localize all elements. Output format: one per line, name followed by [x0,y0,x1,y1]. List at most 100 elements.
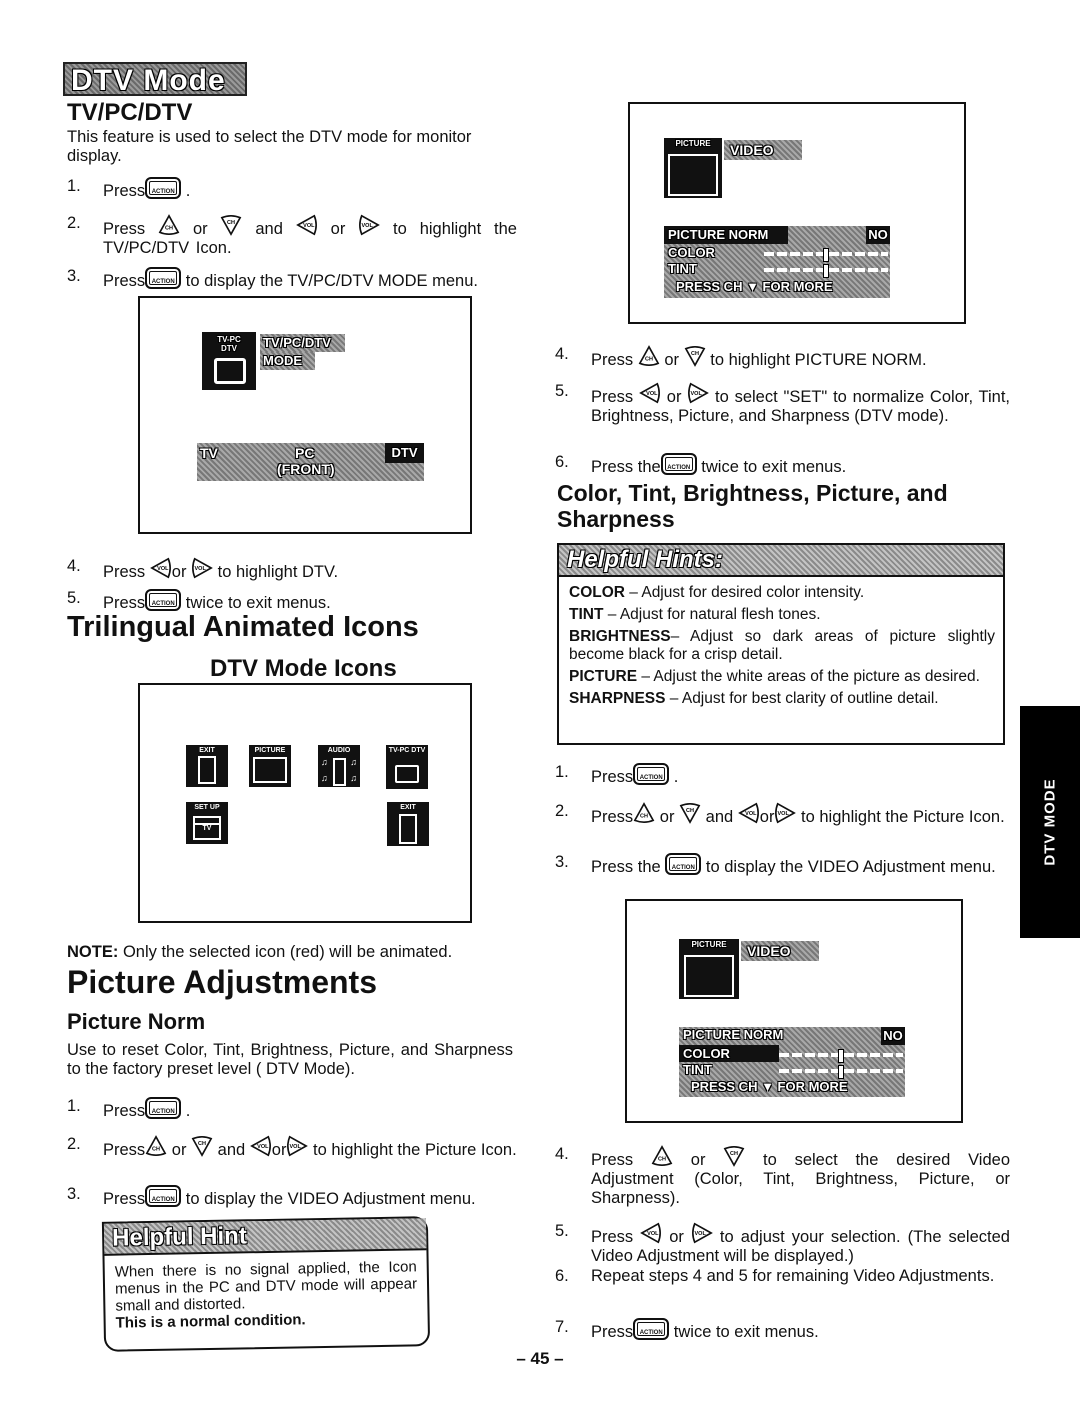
osd-row-picture-norm[interactable]: PICTURE NORM [664,226,788,244]
step-text: Press [103,182,146,200]
tvpcdtv-step-3: 3. Press to display the TV/PC/DTV MODE m… [67,267,527,292]
divider [195,818,219,825]
ctbps-heading: Color, Tint, Brightness, Picture, and Sh… [557,480,948,532]
picture-menu-icon[interactable]: PICTURE [249,745,291,787]
setup-menu-icon[interactable]: SET UP TV [186,802,228,844]
hint-brightness: BRIGHTNESS– Adjust so dark areas of pict… [569,628,995,664]
step-text: to highlight the Picture Icon. [313,1141,517,1159]
setup-tv-label: TV [202,825,212,832]
step-text: to display the TV/PC/DTV MODE menu. [185,272,478,290]
ch-up-icon [633,802,655,824]
option-tv[interactable]: TV [200,445,218,461]
tint-level-marker [823,264,829,278]
vol-left-icon [250,1135,272,1157]
setup-tv-icon: TV [193,816,221,840]
osd-menu-title: VIDEO [741,941,819,961]
color-level-marker [838,1049,844,1063]
osd-video-menu: PICTURE NORM NO COLOR TINT PRESS CH ▼ FO… [664,226,890,298]
osd-row-tint[interactable]: TINT [683,1062,712,1078]
step-number: 1. [555,763,569,781]
step-number: 4. [555,1145,569,1163]
picture-norm-step-6: 6. Press the twice to exit menus. [555,453,1010,478]
note-label: NOTE: [67,943,119,961]
step-text: Press the [591,458,661,476]
ctbps-step-6: 6. Repeat steps 4 and 5 for remaining Vi… [555,1267,1010,1286]
step-text: to display the VIDEO Adjustment menu. [185,1190,476,1208]
osd-row-color-selected[interactable]: COLOR [679,1045,779,1062]
picture-norm-step-4: 4. Press or to highlight PICTURE NORM. [555,345,1010,370]
hint-term: BRIGHTNESS [569,628,671,645]
step-number: 4. [555,345,569,363]
tvpcdtv-intro: This feature is used to select the DTV m… [67,128,472,165]
tvpcdtv-step-1: 1. Press . [67,177,517,202]
osd-row-picture-norm[interactable]: PICTURE NORM [683,1027,783,1043]
step-text: to highlight PICTURE NORM. [710,351,927,369]
and-text: and [705,808,734,826]
action-button-icon [145,177,182,202]
helpful-hints-box: Helpful Hints: COLOR – Adjust for desire… [557,543,1005,745]
side-tab-label: DTV MODE [1041,778,1059,866]
hint-term: SHARPNESS [569,690,666,707]
icon-label: SET UP [194,804,220,811]
hint-sharpness: SHARPNESS – Adjust for best clarity of o… [569,690,995,708]
step-text: . [185,182,191,200]
ch-up-icon [638,345,660,367]
exit-menu-icon[interactable]: EXIT [186,745,228,787]
ctbps-step-1: 1. Press . [555,763,1010,788]
step-text: Press [591,1323,634,1341]
vol-left-icon [639,382,661,404]
helpful-hint-text: When there is no signal applied, the Ico… [114,1258,418,1315]
exit-menu-icon-alt[interactable]: EXIT [387,802,429,846]
hint-desc: – Adjust the white areas of the picture … [641,668,980,685]
action-button-icon [660,453,697,478]
icon-label: TV-PC DTV [388,747,426,754]
tvpcdtv-menu-icon[interactable]: TV-PC DTV [386,745,428,789]
hint-desc: – Adjust for best clarity of outline det… [669,690,939,707]
step-number: 2. [67,1135,81,1153]
osd-row-tint[interactable]: TINT [668,261,697,277]
picture-menu-icon: PICTURE [664,138,722,198]
step-number: 2. [555,802,569,820]
or-text: or [192,220,208,238]
action-button-icon [145,1185,182,1210]
icon-label: AUDIO [327,747,351,754]
tvpcdtv-step-4: 4. Press or to highlight DTV. [67,557,339,581]
action-button-icon [633,763,670,788]
or-text: or [659,808,675,826]
step-number: 1. [67,177,81,195]
or-text: or [271,1141,287,1159]
option-dtv-selected[interactable]: DTV [385,443,424,463]
option-pc[interactable]: PC [295,445,314,461]
tvpcdtv-screen-panel: TV-PC DTV TV/PC/DTV MODE TV PC (FRONT) D… [138,296,472,534]
vol-left-icon [296,214,318,236]
vol-right-icon [191,557,213,579]
hint-color: COLOR – Adjust for desired color intensi… [569,584,995,602]
audio-menu-icon[interactable]: AUDIO ♫ ♫ ♫ ♫ [318,745,360,787]
note-text: Only the selected icon (red) will be ani… [122,943,453,961]
picture-norm-step-2: 2. Press or and or to highlight the Pict… [67,1135,517,1160]
vol-right-icon [691,1222,713,1244]
door-icon [399,814,417,844]
step-number: 7. [555,1318,569,1336]
step-number: 5. [67,589,81,607]
picture-norm-step-5: 5. Press or to select "SET" to normalize… [555,382,1010,426]
music-note-icon: ♫ [350,757,357,767]
picture-norm-step-1: 1. Press . [67,1097,517,1122]
or-text: or [759,808,775,826]
icon-label: PICTURE [675,139,711,148]
step-text: Press [591,388,634,406]
step-text: Press [591,808,634,826]
vol-right-icon [286,1135,308,1157]
dtv-mode-side-tab[interactable]: DTV MODE [1020,706,1080,938]
and-text: and [217,1141,246,1159]
step-text: Press [103,1190,146,1208]
osd-row-color[interactable]: COLOR [668,245,715,261]
action-button-icon [665,853,702,878]
ctbps-step-3: 3. Press the to display the VIDEO Adjust… [555,853,1010,878]
vol-right-icon [358,214,380,236]
ctbps-step-5: 5. Press or to adjust your selection. (T… [555,1222,1010,1266]
step-text: Press [103,594,146,612]
tint-level-marker [838,1065,844,1079]
ctbps-step-2: 2. Press or and or to highlight the Pict… [555,802,1010,827]
ch-down-icon [684,345,706,367]
